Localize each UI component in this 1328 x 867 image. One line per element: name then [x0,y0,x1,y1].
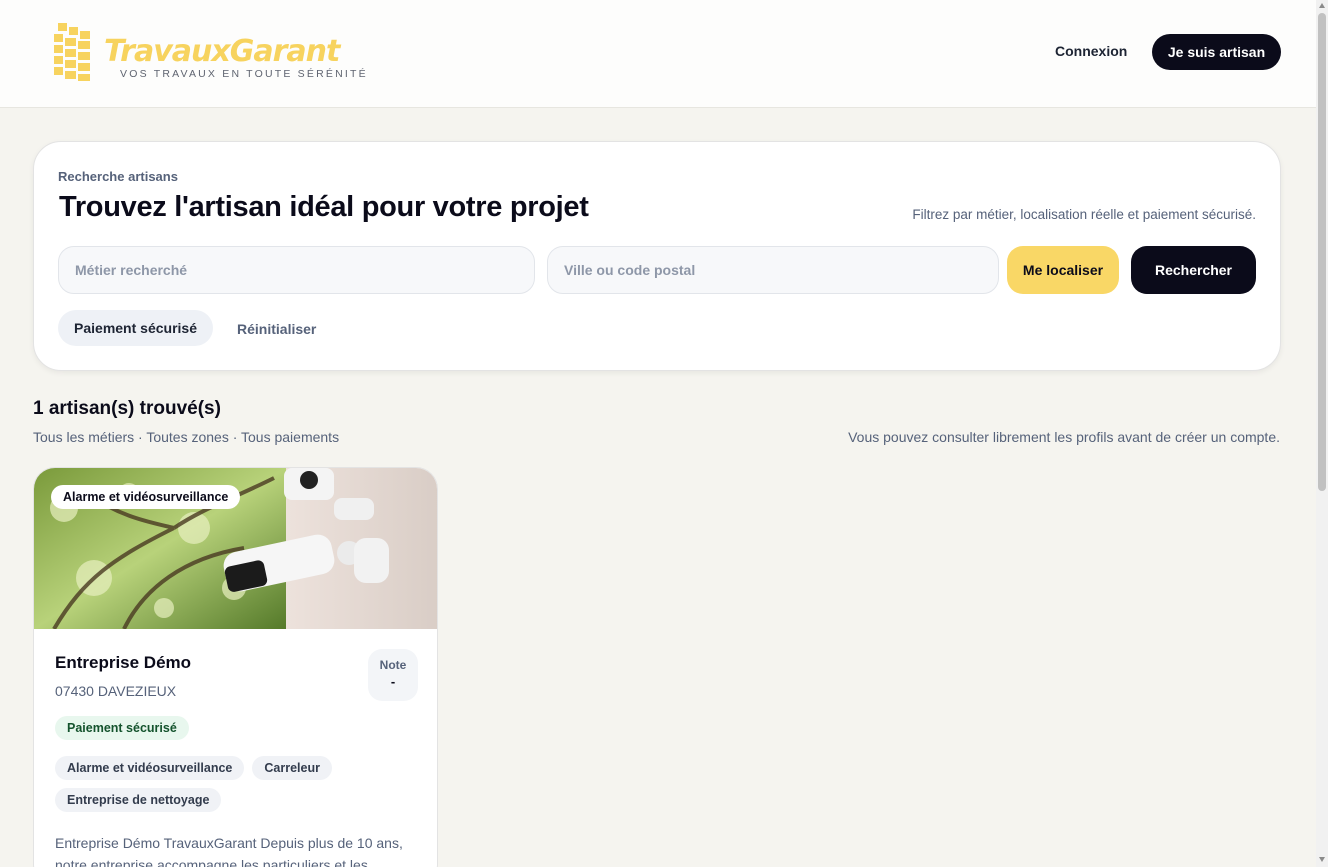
logo[interactable]: TravauxGarant VOS TRAVAUX EN TOUTE SÉRÉN… [54,21,374,83]
page-title: Trouvez l'artisan idéal pour votre proje… [59,191,589,223]
scroll-thumb[interactable] [1318,13,1326,491]
rating-label: Note [379,658,407,672]
card-category-badge: Alarme et vidéosurveillance [51,485,241,509]
trade-tags: Alarme et vidéosurveillance Carreleur En… [55,756,415,812]
results-count: 1 artisan(s) trouvé(s) [33,398,221,419]
scroll-down-arrow-icon[interactable] [1319,857,1325,862]
trade-search-input[interactable]: Métier recherché [58,246,535,294]
brick-wall-icon [54,23,90,81]
results-note: Vous pouvez consulter librement les prof… [848,429,1280,445]
rating-box: Note - [368,649,418,701]
logo-wordmark: TravauxGarant [104,34,340,69]
locate-me-button[interactable]: Me localiser [1007,246,1119,294]
scroll-up-arrow-icon[interactable] [1319,3,1325,8]
page-scrollbar[interactable] [1316,0,1328,867]
search-hint: Filtrez par métier, localisation réelle … [912,207,1256,222]
search-button[interactable]: Rechercher [1131,246,1256,294]
secure-payment-badge: Paiement sécurisé [55,716,189,740]
reset-filters-button[interactable]: Réinitialiser [237,321,316,337]
login-link[interactable]: Connexion [1055,43,1127,59]
site-header: TravauxGarant VOS TRAVAUX EN TOUTE SÉRÉN… [0,0,1316,108]
search-eyebrow: Recherche artisans [58,169,178,184]
rating-value: - [390,674,396,689]
artisan-button[interactable]: Je suis artisan [1152,34,1281,70]
artisan-card[interactable]: Alarme et vidéosurveillance Entreprise D… [33,467,438,867]
trade-tag: Entreprise de nettoyage [55,788,222,812]
active-filters-summary: Tous les métiers · Toutes zones · Tous p… [33,429,340,445]
logo-tagline: VOS TRAVAUX EN TOUTE SÉRÉNITÉ [120,68,368,80]
search-panel: Recherche artisans Trouvez l'artisan idé… [33,141,1281,371]
city-search-input[interactable]: Ville ou code postal [547,246,999,294]
secure-payment-filter[interactable]: Paiement sécurisé [58,310,213,346]
trade-tag: Carreleur [252,756,332,780]
company-name[interactable]: Entreprise Démo [55,653,191,673]
company-location: 07430 DAVEZIEUX [55,683,177,699]
company-description: Entreprise Démo TravauxGarant Depuis plu… [55,835,403,867]
trade-tag: Alarme et vidéosurveillance [55,756,245,780]
